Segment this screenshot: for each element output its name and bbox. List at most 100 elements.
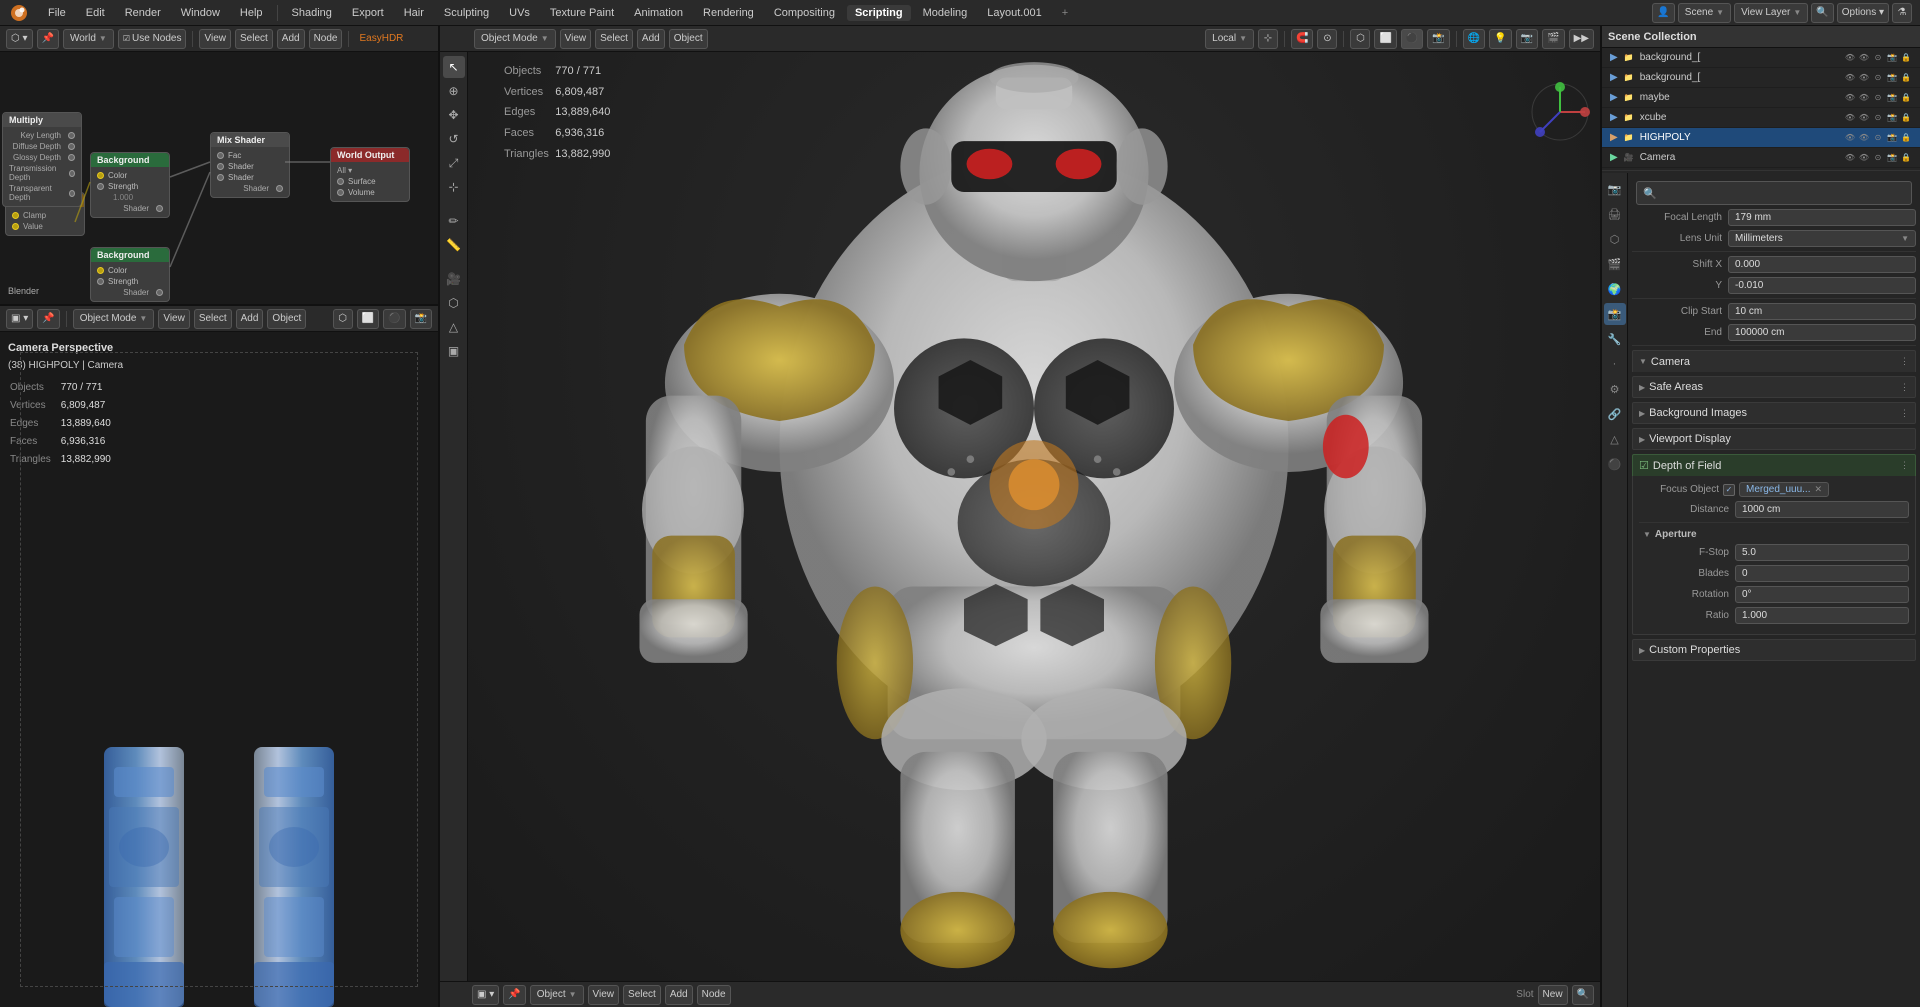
view-btn-bottom[interactable]: View [158, 309, 190, 329]
bg1-lock[interactable]: 🔒 [1900, 52, 1912, 64]
bg1-view2[interactable]: 👁 [1858, 52, 1870, 64]
hp-lock[interactable]: 🔒 [1900, 132, 1912, 144]
render-btn[interactable]: 📸 [410, 309, 432, 329]
prop-tab-material[interactable]: ⚫ [1604, 453, 1626, 475]
menu-hair[interactable]: Hair [396, 5, 432, 21]
cam-lock[interactable]: 🔒 [1900, 152, 1912, 164]
viewport-shading-1[interactable]: 🌐 [1463, 29, 1485, 49]
xcube-view2[interactable]: 👁 [1858, 112, 1870, 124]
user-icon-btn[interactable]: 👤 [1652, 3, 1674, 23]
viewport-shading-3[interactable]: 📷 [1516, 29, 1538, 49]
browse-btn[interactable]: 🔍 [1572, 985, 1594, 1005]
multiply-node[interactable]: Multiply Key Length Diffuse Depth Glossy… [2, 112, 82, 207]
object-btn-main[interactable]: Object [669, 29, 708, 49]
rotation-value[interactable]: 0° [1735, 586, 1909, 603]
editor-type-btn[interactable]: ⬡ ▾ [6, 29, 33, 49]
focus-obj-close[interactable]: ✕ [1815, 484, 1823, 495]
viewport-display-header[interactable]: ▶ Viewport Display [1632, 428, 1916, 450]
menu-shading[interactable]: Shading [284, 5, 340, 21]
add-btn-bottom[interactable]: Add [236, 309, 264, 329]
background-node-2[interactable]: Background Color Strength Shader [90, 247, 170, 302]
menu-scripting[interactable]: Scripting [847, 5, 911, 21]
filter-btn[interactable]: ⚗ [1892, 3, 1912, 23]
xcube-render[interactable]: 📸 [1886, 112, 1898, 124]
select-btn-main[interactable]: Select [595, 29, 633, 49]
clip-end-value[interactable]: 100000 cm [1728, 324, 1916, 341]
collection-highpoly[interactable]: ▶ 📁 HIGHPOLY 👁 👁 ⊙ 📸 🔒 [1602, 128, 1920, 148]
bg2-view[interactable]: 👁 [1844, 72, 1856, 84]
prop-tab-data[interactable]: △ [1604, 428, 1626, 450]
add-btn-main[interactable]: Add [637, 29, 665, 49]
xcube-hide[interactable]: ⊙ [1872, 112, 1884, 124]
bg2-hide[interactable]: ⊙ [1872, 72, 1884, 84]
extra-tool-1[interactable]: ⬡ [443, 292, 465, 314]
add-btn-shader[interactable]: Add [277, 29, 305, 49]
focal-length-value[interactable]: 179 mm [1728, 209, 1916, 226]
mode-selector-bottom[interactable]: Object Mode ▼ [73, 309, 155, 329]
scene-collection-header[interactable]: Scene Collection [1602, 26, 1920, 48]
annotate-tool[interactable]: ✏ [443, 210, 465, 232]
world-mode-selector[interactable]: World ▼ [63, 29, 114, 49]
bg-images-header[interactable]: ▶ Background Images ⋮ [1632, 402, 1916, 424]
view-btn-main[interactable]: View [560, 29, 592, 49]
cam-render[interactable]: 📸 [1886, 152, 1898, 164]
cam-view2[interactable]: 👁 [1858, 152, 1870, 164]
prop-tab-viewlayer[interactable]: ⬡ [1604, 228, 1626, 250]
menu-animation[interactable]: Animation [626, 5, 691, 21]
select-btn-shader[interactable]: Select [235, 29, 273, 49]
camera-tool[interactable]: 🎥 [443, 268, 465, 290]
transform-orientations[interactable]: ⊹ [1258, 29, 1278, 49]
prop-tab-world[interactable]: 🌍 [1604, 278, 1626, 300]
xray-btn[interactable]: ⬜ [357, 309, 379, 329]
collection-camera[interactable]: ▶ 🎥 Camera 👁 👁 ⊙ 📸 🔒 [1602, 148, 1920, 168]
extra-tool-2[interactable]: △ [443, 316, 465, 338]
render-btn-main[interactable]: 📸 [1427, 29, 1449, 49]
hp-hide[interactable]: ⊙ [1872, 132, 1884, 144]
editor-type-btn-2[interactable]: ▣ ▾ [6, 309, 33, 329]
add-workspace-tab[interactable]: + [1054, 4, 1076, 22]
hp-view[interactable]: 👁 [1844, 132, 1856, 144]
collection-background-2[interactable]: ▶ 📁 background_[ 👁 👁 ⊙ 📸 🔒 [1602, 68, 1920, 88]
menu-file[interactable]: File [40, 5, 74, 21]
pin-bottom[interactable]: 📌 [503, 985, 525, 1005]
maybe-view2[interactable]: 👁 [1858, 92, 1870, 104]
menu-edit[interactable]: Edit [78, 5, 113, 21]
solid-btn-main[interactable]: ⚫ [1401, 29, 1423, 49]
new-btn[interactable]: New [1538, 985, 1568, 1005]
menu-rendering[interactable]: Rendering [695, 5, 762, 21]
clip-start-value[interactable]: 10 cm [1728, 303, 1916, 320]
rotate-tool[interactable]: ↺ [443, 128, 465, 150]
move-tool[interactable]: ✥ [443, 104, 465, 126]
viewport-shading-4[interactable]: 🎬 [1542, 29, 1564, 49]
camera-section-header[interactable]: ▼ Camera ⋮ [1632, 350, 1916, 372]
dof-menu[interactable]: ⋮ [1900, 460, 1909, 471]
scale-tool[interactable]: ⤢ [443, 152, 465, 174]
hp-render[interactable]: 📸 [1886, 132, 1898, 144]
lens-unit-value[interactable]: Millimeters ▼ [1728, 230, 1916, 247]
prop-tab-scene[interactable]: 🎬 [1604, 253, 1626, 275]
cam-view[interactable]: 👁 [1844, 152, 1856, 164]
bg2-lock[interactable]: 🔒 [1900, 72, 1912, 84]
view-bottom[interactable]: View [588, 985, 620, 1005]
view-layer-selector[interactable]: View Layer ▼ [1734, 3, 1808, 23]
pin-btn-2[interactable]: 📌 [37, 309, 59, 329]
hp-view2[interactable]: 👁 [1858, 132, 1870, 144]
viewport-shading-2[interactable]: 💡 [1489, 29, 1511, 49]
node-bottom[interactable]: Node [697, 985, 731, 1005]
xcube-view[interactable]: 👁 [1844, 112, 1856, 124]
menu-texture-paint[interactable]: Texture Paint [542, 5, 622, 21]
main-viewport-canvas[interactable]: Objects770 / 771 Vertices6,809,487 Edges… [468, 52, 1600, 981]
safe-menu[interactable]: ⋮ [1900, 382, 1909, 393]
background-node-1[interactable]: Background Color Strength 1.000 Shader [90, 152, 170, 218]
bg-menu[interactable]: ⋮ [1900, 408, 1909, 419]
menu-window[interactable]: Window [173, 5, 228, 21]
maybe-hide[interactable]: ⊙ [1872, 92, 1884, 104]
xcube-lock[interactable]: 🔒 [1900, 112, 1912, 124]
prop-tab-modifier[interactable]: 🔧 [1604, 328, 1626, 350]
cam-hide[interactable]: ⊙ [1872, 152, 1884, 164]
menu-modeling[interactable]: Modeling [915, 5, 976, 21]
menu-render[interactable]: Render [117, 5, 169, 21]
collection-background-1[interactable]: ▶ 📁 background_[ 👁 👁 ⊙ 📸 🔒 [1602, 48, 1920, 68]
viewport-shading-5[interactable]: ▶▶ [1569, 29, 1594, 49]
fstop-value[interactable]: 5.0 [1735, 544, 1909, 561]
